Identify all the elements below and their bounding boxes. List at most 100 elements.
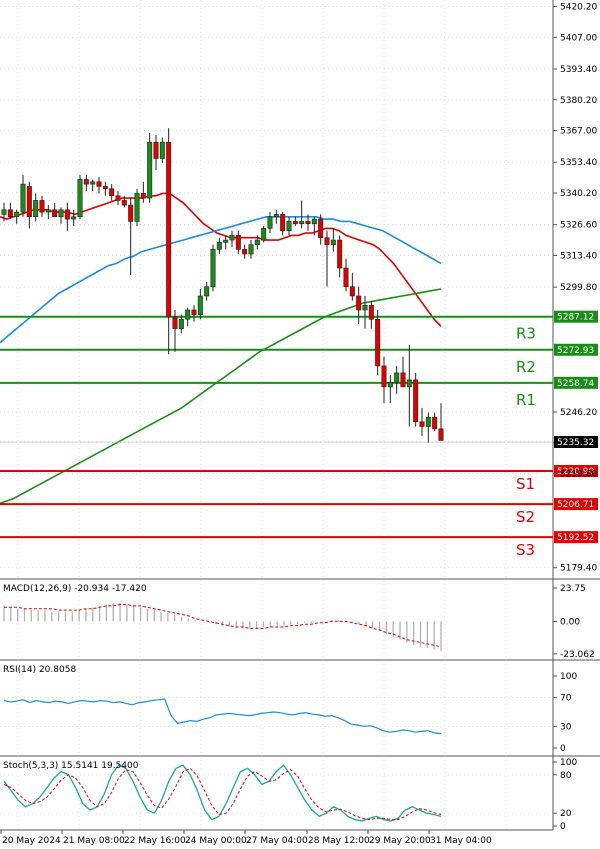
bull-candle [33,200,39,218]
level-label-r1: R1 [516,391,536,409]
price-tick-label: 5179.40 [560,564,597,574]
stoch-tick-label: 20 [560,809,572,819]
bear-candle [318,218,324,239]
bear-candle [153,141,159,159]
level-label-s1: S1 [516,475,535,493]
bull-candle [14,211,20,218]
level-label-r2: R2 [516,358,536,376]
stoch-title: Stoch(5,3,3) 15.5141 19.5400 [3,761,139,771]
bull-candle [229,235,235,241]
bull-candle [134,193,140,222]
level-label-s2: S2 [516,508,535,526]
bull-candle [311,218,317,225]
bull-candle [387,381,393,388]
bear-candle [96,181,102,187]
bear-candle [400,372,406,388]
bull-candle [216,242,222,250]
price-tick-label: 5313.40 [560,251,597,261]
rsi-title: RSI(14) 20.8058 [3,665,76,675]
bull-candle [406,379,412,388]
macd-title: MACD(12,26,9) -20.934 -17.420 [3,584,147,594]
bear-candle [337,239,343,269]
level-tag-r1: 5258.74 [557,379,594,389]
bear-candle [128,204,134,222]
level-tag-s3: 5192.52 [557,533,594,543]
macd-tick-label: 23.75 [560,584,586,594]
bear-candle [280,214,286,232]
bull-candle [1,209,7,215]
time-tick-label: 21 May 08:00 [63,836,125,846]
macd-tick-label: 0.00 [560,617,580,627]
bear-candle [235,235,241,250]
time-tick-label: 22 May 16:00 [124,836,186,846]
bear-candle [305,221,311,225]
bull-candle [58,209,64,218]
bear-candle [413,379,419,423]
bull-candle [90,181,96,185]
bear-candle [381,365,387,388]
bear-candle [324,237,330,246]
bear-candle [375,318,381,367]
bear-candle [115,195,121,201]
time-tick-label: 29 May 20:00 [369,836,431,846]
bull-candle [261,228,267,241]
stoch-tick-label: 100 [560,758,577,768]
price-tick-label: 5340.20 [560,189,597,199]
bear-candle [349,286,355,297]
price-tick-label: 5380.20 [560,96,597,106]
bear-candle [419,421,425,427]
level-tag-r3: 5287.12 [557,313,594,323]
time-tick-label: 20 May 2024 [2,836,61,846]
trading-chart: R35287.12R25272.93R15258.74S15220.90S252… [0,0,600,849]
rsi-tick-label: 70 [560,694,572,704]
bear-candle [432,416,438,430]
price-tick-label: 5420.20 [560,3,597,13]
bull-candle [20,183,26,213]
price-tick-label: 5367.00 [560,127,597,137]
bear-candle [109,188,115,197]
bull-candle [330,239,336,246]
price-tick-label: 5353.40 [560,158,597,168]
bull-candle [45,209,51,213]
price-tick-label: 5219.80 [560,470,597,480]
bull-candle [197,295,203,315]
bear-candle [102,186,108,190]
bear-candle [7,209,13,218]
bull-candle [254,239,260,246]
bull-candle [159,141,165,159]
bull-candle [273,214,279,218]
bull-candle [425,416,431,427]
stoch-tick-label: 80 [560,771,572,781]
bear-candle [368,305,374,320]
time-tick-label: 28 May 12:00 [308,836,370,846]
bear-candle [242,249,248,255]
bull-candle [77,179,83,218]
bear-candle [292,221,298,225]
bull-candle [71,216,77,220]
bear-candle [39,200,45,213]
price-tick-label: 5407.00 [560,33,597,43]
price-tick-label: 5299.80 [560,283,597,293]
level-tag-s2: 5206.71 [557,500,594,510]
bull-candle [178,318,184,329]
bear-candle [166,141,172,318]
bear-candle [64,209,70,220]
bear-candle [438,428,444,441]
bull-candle [185,309,191,320]
price-tick-label: 5246.20 [560,408,597,418]
bear-candle [52,209,58,218]
rsi-tick-label: 0 [560,744,566,754]
level-label-s3: S3 [516,541,535,559]
bull-candle [299,221,305,225]
time-tick-label: 24 May 00:00 [185,836,247,846]
bear-candle [26,186,32,218]
bear-candle [172,316,178,329]
bull-candle [286,221,292,232]
bear-candle [121,200,127,206]
level-tag-r2: 5272.93 [557,346,594,356]
stoch-tick-label: 0 [560,822,566,832]
rsi-tick-label: 100 [560,672,577,682]
price-tick-label: 5393.40 [560,65,597,75]
rsi-tick-label: 30 [560,722,572,732]
bull-candle [204,286,210,297]
